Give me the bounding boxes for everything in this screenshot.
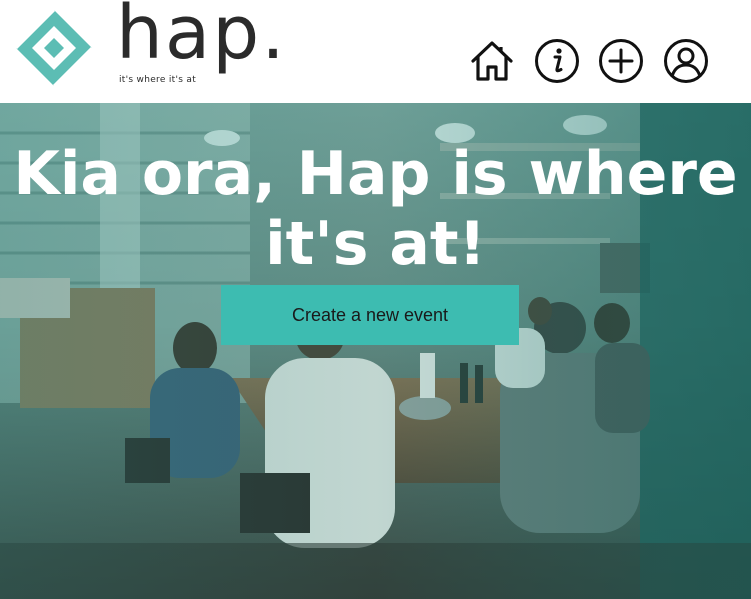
hero-section: Kia ora, Hap is where it's at! Create a … (0, 103, 751, 599)
brand-name[interactable]: hap. (116, 0, 287, 70)
hero-title: Kia ora, Hap is where it's at! (13, 139, 738, 279)
brand-tagline: it's where it's at (119, 75, 197, 85)
create-event-button[interactable]: Create a new event (221, 285, 519, 345)
info-icon[interactable] (534, 38, 580, 84)
home-icon[interactable] (469, 38, 515, 84)
diamond-logo-icon[interactable] (14, 8, 94, 88)
user-icon[interactable] (663, 38, 709, 84)
add-icon[interactable] (598, 38, 644, 84)
site-header: hap. it's where it's at (0, 0, 751, 103)
